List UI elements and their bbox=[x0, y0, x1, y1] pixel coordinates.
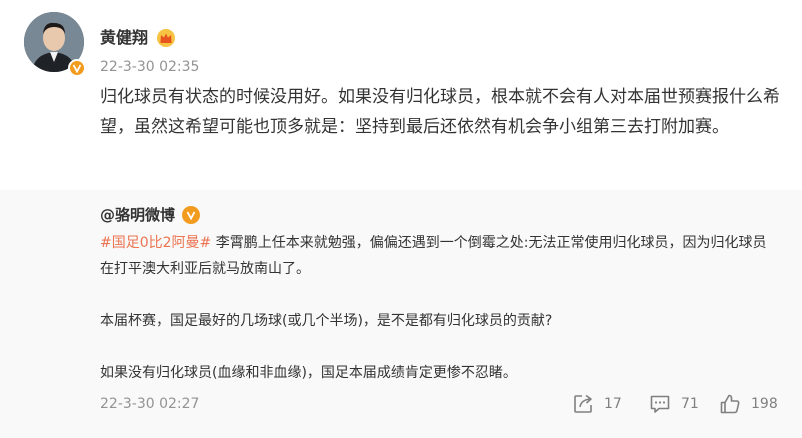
like-count: 198 bbox=[751, 396, 778, 412]
comment-button[interactable]: 71 bbox=[649, 390, 699, 418]
main-post: 黄健翔 22-3-30 02:35 归化球员有状态的时候没用好。如果没有归化球员… bbox=[0, 0, 802, 190]
verified-badge-icon bbox=[68, 59, 86, 77]
topic-link[interactable]: #国足0比2阿曼# bbox=[100, 235, 211, 251]
repost-paragraph: 本届杯赛，国足最好的几场球(或几个半场)，是不是都有归化球员的贡献? bbox=[100, 313, 553, 329]
comment-count: 71 bbox=[681, 396, 699, 412]
repost-card[interactable]: @骆明微博 #国足0比2阿曼# 李霄鹏上任本来就勉强，偏偏还遇到一个倒霉之处:无… bbox=[0, 190, 802, 438]
repost-timestamp[interactable]: 22-3-30 02:27 bbox=[100, 395, 199, 413]
post-timestamp[interactable]: 22-3-30 02:35 bbox=[100, 58, 199, 76]
comment-icon bbox=[650, 395, 670, 413]
verified-badge-icon bbox=[182, 206, 200, 224]
share-button[interactable]: 17 bbox=[572, 390, 622, 418]
share-icon bbox=[574, 394, 592, 413]
like-button[interactable]: 198 bbox=[719, 390, 778, 418]
author-name[interactable]: 黄健翔 bbox=[100, 28, 148, 48]
like-icon bbox=[720, 394, 740, 414]
repost-author[interactable]: @骆明微博 bbox=[100, 204, 175, 226]
crown-icon bbox=[157, 29, 175, 47]
share-count: 17 bbox=[604, 396, 622, 412]
repost-body: #国足0比2阿曼# 李霄鹏上任本来就勉强，偏偏还遇到一个倒霉之处:无法正常使用归… bbox=[100, 230, 780, 386]
repost-paragraph: #国足0比2阿曼# 李霄鹏上任本来就勉强，偏偏还遇到一个倒霉之处:无法正常使用归… bbox=[100, 230, 780, 282]
repost-paragraph: 如果没有归化球员(血缘和非血缘)，国足本届成绩肯定更惨不忍睹。 bbox=[100, 365, 517, 381]
post-text: 归化球员有状态的时候没用好。如果没有归化球员，根本就不会有人对本届世预赛报什么希… bbox=[100, 87, 780, 137]
